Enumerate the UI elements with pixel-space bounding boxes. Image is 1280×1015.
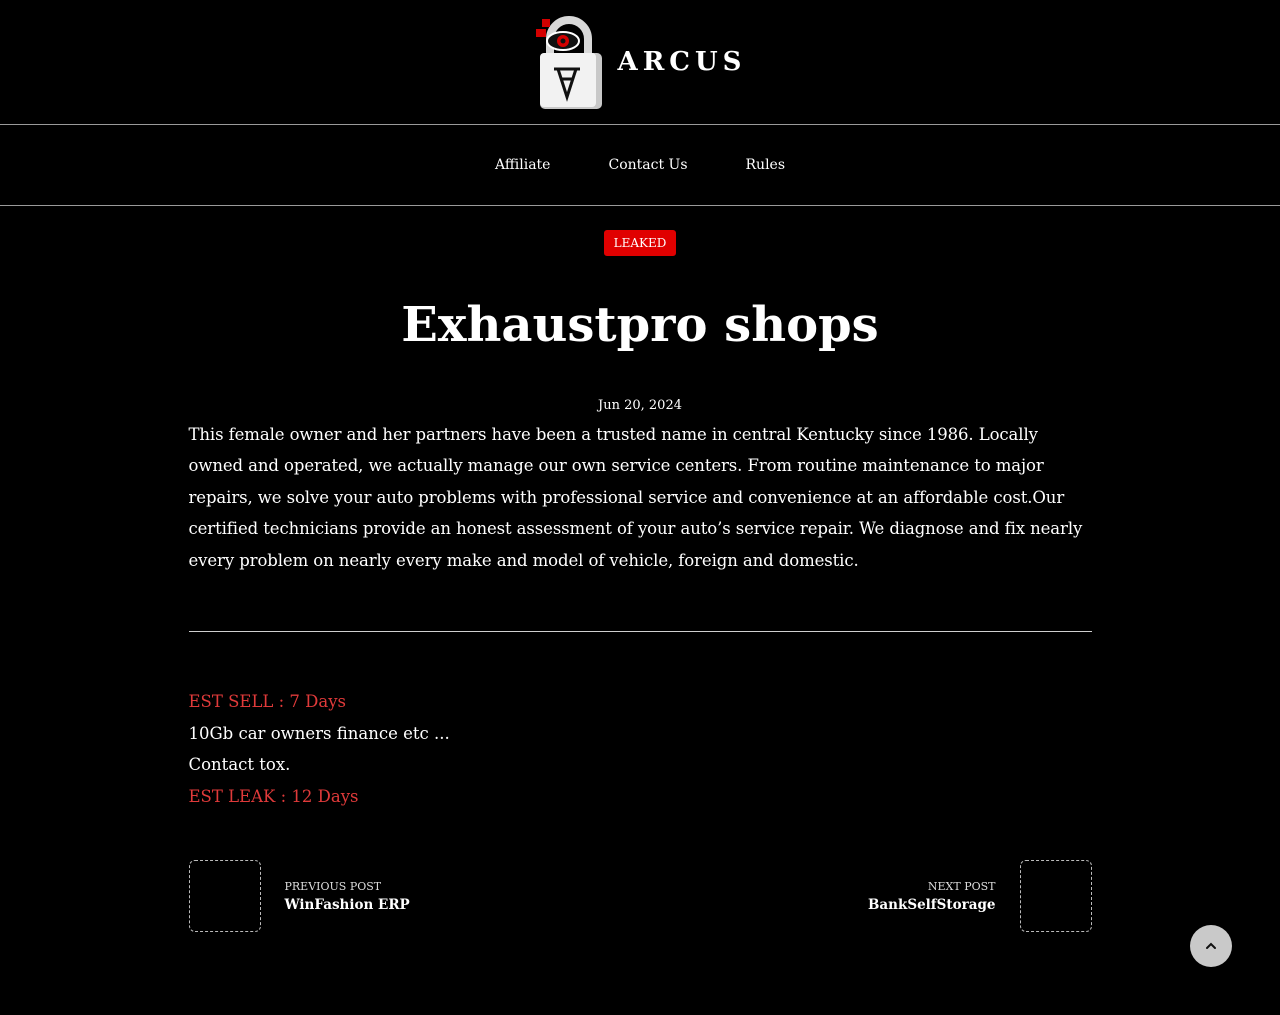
contact-line: Contact tox. <box>188 755 291 775</box>
category-badge[interactable]: LEAKED <box>603 230 677 256</box>
scroll-to-top-button[interactable] <box>1190 925 1232 967</box>
nav-item-affiliate[interactable]: Affiliate <box>495 157 551 173</box>
next-post-thumbnail[interactable] <box>1019 860 1092 933</box>
post-body: This female owner and her partners have … <box>188 424 1083 570</box>
site-header: ARCUS <box>0 0 1280 125</box>
next-post-link[interactable]: NEXT POST BankSelfStorage <box>868 860 1092 933</box>
padlock-eye-logo-icon <box>535 16 602 109</box>
next-post-title[interactable]: BankSelfStorage <box>868 897 995 913</box>
post-navigation: PREVIOUS POST WinFashion ERP NEXT POST B… <box>188 860 1092 933</box>
post-content: LEAKED Exhaustpro shops Jun 20, 2024 Thi… <box>188 206 1092 933</box>
est-sell-line: EST SELL : 7 Days <box>188 692 347 712</box>
next-post-label: NEXT POST <box>927 879 996 893</box>
previous-post-label: PREVIOUS POST <box>284 879 382 893</box>
nav-item-contact-us[interactable]: Contact Us <box>608 157 687 173</box>
previous-post-link[interactable]: PREVIOUS POST WinFashion ERP <box>188 860 410 933</box>
chevron-up-icon <box>1206 942 1216 949</box>
previous-post-thumbnail[interactable] <box>188 860 261 933</box>
category-wrap: LEAKED <box>189 206 1092 256</box>
nav-item-rules[interactable]: Rules <box>746 157 786 173</box>
post-title: Exhaustpro shops <box>401 297 879 353</box>
previous-post-title[interactable]: WinFashion ERP <box>285 897 410 913</box>
post-date: Jun 20, 2024 <box>598 397 682 413</box>
content-divider <box>188 631 1092 633</box>
main-navigation: Affiliate Contact Us Rules <box>0 125 1280 206</box>
post-details: EST SELL : 7 Days 10Gb car owners financ… <box>189 686 1092 812</box>
est-leak-line: EST LEAK : 12 Days <box>188 786 359 806</box>
previous-post-text: PREVIOUS POST WinFashion ERP <box>285 880 410 913</box>
site-title: ARCUS <box>617 47 747 77</box>
next-post-text: NEXT POST BankSelfStorage <box>868 880 995 913</box>
site-logo-link[interactable]: ARCUS <box>534 13 747 111</box>
size-line: 10Gb car owners finance etc ... <box>188 723 450 743</box>
